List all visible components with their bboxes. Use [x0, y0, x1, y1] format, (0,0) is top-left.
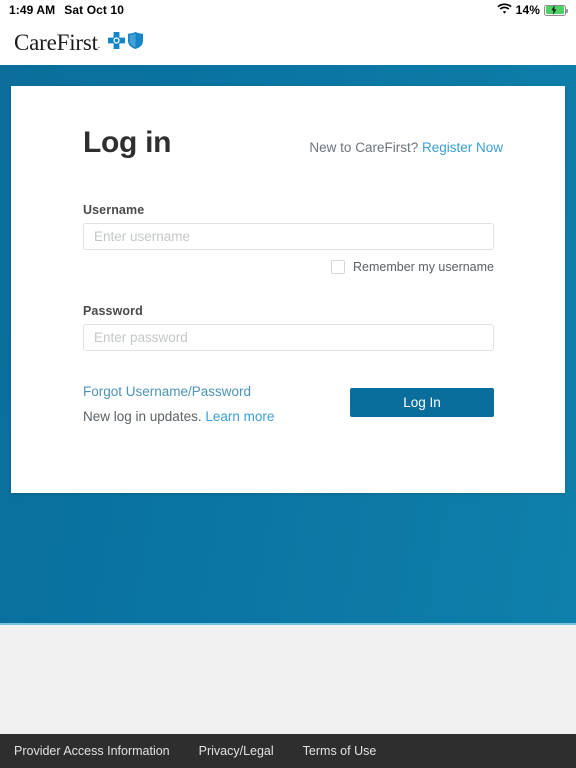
- remember-username-label[interactable]: Remember my username: [353, 260, 494, 274]
- status-bar-left: 1:49 AM Sat Oct 10: [9, 3, 124, 17]
- carefirst-logo[interactable]: CareFirst.: [14, 31, 143, 54]
- login-actions-row: Forgot Username/Password New log in upda…: [83, 384, 494, 424]
- password-field-group: Password: [83, 304, 503, 351]
- page-filler: [0, 625, 576, 734]
- page-title: Log in: [83, 126, 172, 159]
- footer-link-provider-access[interactable]: Provider Access Information: [14, 744, 170, 758]
- footer-link-privacy-legal[interactable]: Privacy/Legal: [199, 744, 274, 758]
- battery-percent: 14%: [515, 3, 540, 17]
- login-updates-notice: New log in updates. Learn more: [83, 409, 274, 424]
- password-input[interactable]: [83, 324, 494, 351]
- status-bar: 1:49 AM Sat Oct 10 14%: [0, 0, 576, 20]
- app-screen: 1:49 AM Sat Oct 10 14% CareFirst. Log in…: [0, 0, 576, 768]
- forgot-credentials-link[interactable]: Forgot Username/Password: [83, 384, 274, 399]
- status-date: Sat Oct 10: [64, 3, 124, 17]
- login-card: Log in New to CareFirst? Register Now Us…: [11, 86, 565, 493]
- register-now-link[interactable]: Register Now: [422, 140, 503, 155]
- footer-link-terms-of-use[interactable]: Terms of Use: [303, 744, 377, 758]
- learn-more-link[interactable]: Learn more: [205, 409, 274, 424]
- footer: Provider Access Information Privacy/Lega…: [0, 734, 576, 768]
- remember-username-row: Remember my username: [83, 260, 494, 274]
- username-input[interactable]: [83, 223, 494, 250]
- register-prompt-text: New to CareFirst?: [309, 140, 419, 155]
- blue-cross-icon: [107, 31, 125, 54]
- username-field-group: Username Remember my username: [83, 203, 503, 274]
- brand-header: CareFirst.: [0, 20, 576, 65]
- log-in-button[interactable]: Log In: [350, 388, 494, 417]
- logo-wordmark: CareFirst.: [14, 30, 100, 55]
- password-label: Password: [83, 304, 143, 318]
- username-label: Username: [83, 203, 145, 217]
- hero-background: Log in New to CareFirst? Register Now Us…: [0, 65, 576, 625]
- bcbs-marks: [107, 31, 143, 54]
- battery-charging-icon: [544, 4, 568, 16]
- status-time: 1:49 AM: [9, 3, 56, 17]
- wifi-icon: [497, 3, 512, 17]
- status-bar-right: 14%: [497, 3, 568, 17]
- login-updates-text: New log in updates.: [83, 409, 202, 424]
- blue-shield-icon: [127, 31, 143, 54]
- login-card-header: Log in New to CareFirst? Register Now: [83, 128, 503, 158]
- remember-username-checkbox[interactable]: [330, 260, 345, 274]
- login-links-column: Forgot Username/Password New log in upda…: [83, 384, 274, 424]
- register-prompt: New to CareFirst? Register Now: [309, 140, 503, 158]
